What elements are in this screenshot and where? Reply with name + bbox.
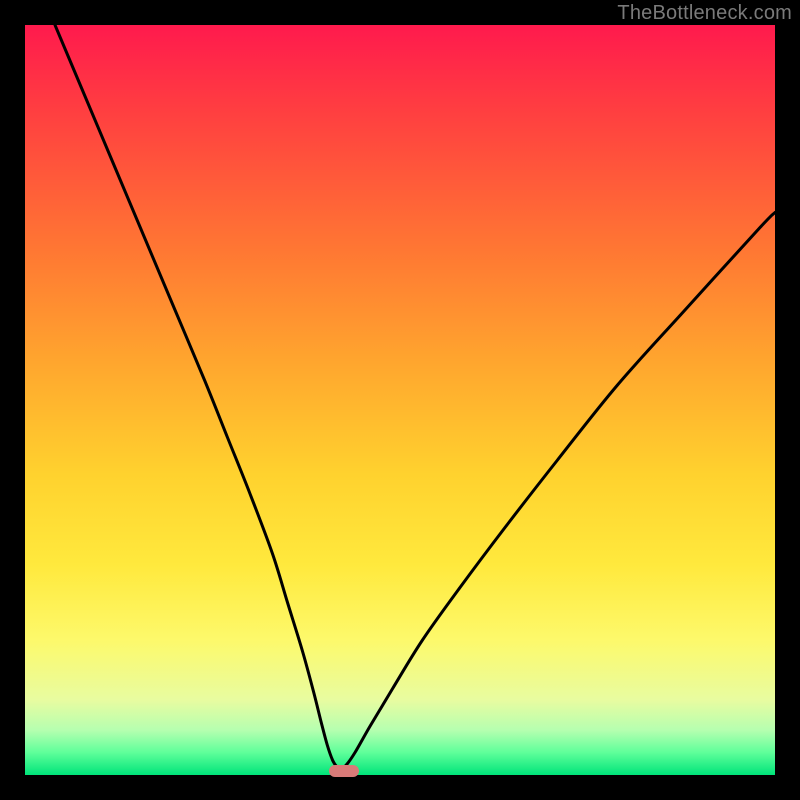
optimal-marker <box>329 765 359 777</box>
chart-frame: TheBottleneck.com <box>0 0 800 800</box>
watermark-text: TheBottleneck.com <box>617 2 792 25</box>
curve-svg <box>25 25 775 775</box>
bottleneck-curve <box>55 25 775 769</box>
plot-area <box>25 25 775 775</box>
